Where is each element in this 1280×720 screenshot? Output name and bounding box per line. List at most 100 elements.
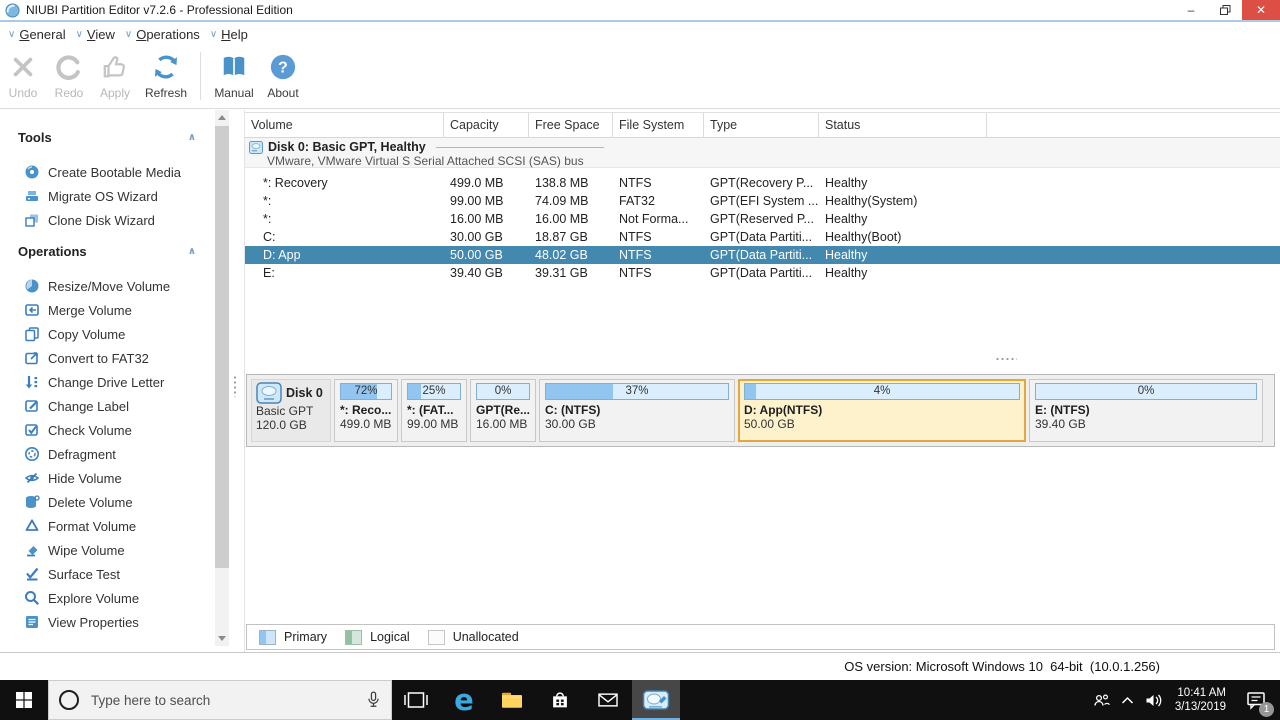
chevron-up-icon: ∧: [187, 132, 196, 143]
sidebar-item-clone-disk-wizard[interactable]: Clone Disk Wizard: [24, 210, 155, 230]
merge-volume-icon: [25, 304, 39, 316]
niubi-app-icon: [642, 690, 670, 710]
action-center-button[interactable]: 1: [1236, 680, 1276, 720]
partition-block-efi[interactable]: 25% *: (FAT... 99.00 MB: [401, 379, 467, 442]
disk-map-panel: Disk 0 Basic GPT 120.0 GB 72% *: Reco...…: [246, 374, 1275, 447]
scroll-down-arrow[interactable]: [215, 631, 229, 646]
close-button[interactable]: ✕: [1242, 0, 1280, 20]
usage-bar: 25%: [407, 383, 461, 400]
table-row-efi[interactable]: *: 99.00 MB 74.09 MB FAT32 GPT(EFI System ..…: [245, 192, 1280, 210]
sidebar-item-wipe-volume[interactable]: Wipe Volume: [24, 540, 125, 560]
redo-button[interactable]: Redo: [46, 52, 92, 100]
horizontal-splitter-handle[interactable]: [995, 357, 1017, 360]
taskbar-niubi-button[interactable]: [632, 680, 680, 720]
clock-date: 3/13/2019: [1174, 701, 1226, 713]
sidebar-item-resize-move-volume[interactable]: Resize/Move Volume: [24, 276, 170, 296]
defragment-icon: [25, 447, 39, 461]
start-button[interactable]: [0, 680, 48, 720]
sidebar-item-surface-test[interactable]: Surface Test: [24, 564, 120, 584]
taskbar: Type here to search e 10:41 AM 3/13/2019: [0, 680, 1280, 720]
sidebar-section-operations[interactable]: Operations ∧: [0, 244, 214, 259]
sidebar-scrollbar[interactable]: [215, 110, 229, 646]
sidebar-item-convert-to-fat32[interactable]: Convert to FAT32: [24, 348, 149, 368]
edge-icon: e: [454, 682, 474, 717]
search-input[interactable]: Type here to search: [48, 680, 392, 720]
taskbar-mail-button[interactable]: [584, 680, 632, 720]
about-button[interactable]: ? About: [259, 52, 307, 100]
apply-button[interactable]: Apply: [92, 52, 138, 100]
about-question-icon: ?: [268, 52, 298, 82]
refresh-button[interactable]: Refresh: [138, 52, 194, 100]
sidebar-item-change-label[interactable]: Change Label: [24, 396, 129, 416]
vertical-splitter-handle[interactable]: [233, 375, 237, 397]
main-panel: Volume Capacity Free Space File System T…: [244, 110, 1280, 652]
menu-operations[interactable]: ∨ Operations: [125, 27, 200, 42]
taskbar-file-explorer-button[interactable]: [488, 680, 536, 720]
resize-move-icon: [25, 279, 39, 293]
people-icon[interactable]: [1089, 680, 1115, 720]
column-header-file-system[interactable]: File System: [613, 113, 704, 138]
taskbar-edge-button[interactable]: e: [440, 680, 488, 720]
store-icon: [553, 692, 567, 708]
table-row-reserved[interactable]: *: 16.00 MB 16.00 MB Not Forma... GPT(Reserv…: [245, 210, 1280, 228]
sidebar-item-hide-volume[interactable]: Hide Volume: [24, 468, 122, 488]
taskbar-store-button[interactable]: [536, 680, 584, 720]
column-header-capacity[interactable]: Capacity: [444, 113, 529, 138]
minimize-button[interactable]: –: [1174, 0, 1208, 20]
disk-info-block[interactable]: Disk 0 Basic GPT 120.0 GB: [251, 379, 331, 442]
table-row-recovery[interactable]: *: Recovery 499.0 MB 138.8 MB NTFS GPT(Recov…: [245, 174, 1280, 192]
menu-view[interactable]: ∨ View: [76, 27, 115, 42]
sidebar-item-view-properties[interactable]: View Properties: [24, 612, 139, 632]
partition-block-c[interactable]: 37% C: (NTFS) 30.00 GB: [539, 379, 735, 442]
window-title: NIUBI Partition Editor v7.2.6 - Professi…: [26, 3, 293, 17]
sidebar-item-format-volume[interactable]: Format Volume: [24, 516, 136, 536]
partition-block-d-selected[interactable]: 4% D: App(NTFS) 50.00 GB: [738, 379, 1026, 442]
table-row-d-selected[interactable]: D: App 50.00 GB 48.02 GB NTFS GPT(Data Parti…: [245, 246, 1280, 264]
sidebar-item-copy-volume[interactable]: Copy Volume: [24, 324, 125, 344]
sidebar-item-merge-volume[interactable]: Merge Volume: [24, 300, 132, 320]
sidebar-item-defragment[interactable]: Defragment: [24, 444, 116, 464]
menu-general[interactable]: ∨ General: [8, 27, 66, 42]
partition-block-recovery[interactable]: 72% *: Reco... 499.0 MB: [334, 379, 398, 442]
redo-icon: [54, 52, 84, 82]
task-view-icon: [404, 692, 428, 708]
scroll-up-arrow[interactable]: [215, 110, 229, 125]
show-hidden-icons-chevron[interactable]: [1115, 680, 1141, 720]
view-properties-icon: [26, 616, 38, 628]
column-header-free-space[interactable]: Free Space: [529, 113, 613, 138]
manual-button[interactable]: Manual: [209, 52, 259, 100]
title-bar: NIUBI Partition Editor v7.2.6 - Professi…: [0, 0, 1280, 20]
column-header-status[interactable]: Status: [819, 113, 987, 138]
disk-group-subtitle: VMware, VMware Virtual S Serial Attached…: [267, 154, 584, 168]
menu-bar: ∨ General ∨ View ∨ Operations ∨ Help: [0, 22, 1280, 46]
partition-block-reserved[interactable]: 0% GPT(Re... 16.00 MB: [470, 379, 536, 442]
taskbar-clock[interactable]: 10:41 AM 3/13/2019: [1175, 686, 1226, 714]
restore-button[interactable]: [1208, 0, 1242, 20]
sidebar-item-create-bootable-media[interactable]: Create Bootable Media: [24, 162, 181, 182]
volume-speaker-icon[interactable]: [1141, 680, 1167, 720]
task-view-button[interactable]: [392, 680, 440, 720]
disk-group-row[interactable]: Disk 0: Basic GPT, Healthy VMware, VMwar…: [245, 138, 1280, 168]
undo-button[interactable]: Undo: [0, 52, 46, 100]
disk-drive-icon: [256, 382, 282, 404]
table-row-e[interactable]: E: 39.40 GB 39.31 GB NTFS GPT(Data Partiti..…: [245, 264, 1280, 282]
sidebar-item-change-drive-letter[interactable]: Change Drive Letter: [24, 372, 164, 392]
usage-bar: 72%: [340, 383, 392, 400]
legend-bar: Primary Logical Unallocated: [246, 624, 1275, 650]
sidebar-item-delete-volume[interactable]: Delete Volume: [24, 492, 133, 512]
logical-swatch-icon: [345, 629, 363, 645]
sidebar-section-tools[interactable]: Tools ∧: [0, 130, 214, 145]
menu-help[interactable]: ∨ Help: [210, 27, 248, 42]
chevron-down-icon: ∨: [124, 28, 133, 40]
sidebar-item-migrate-os-wizard[interactable]: Migrate OS Wizard: [24, 186, 158, 206]
column-header-volume[interactable]: Volume: [245, 113, 444, 138]
sidebar: Tools ∧ Create Bootable Media Migrate OS…: [0, 110, 230, 652]
scrollbar-thumb[interactable]: [215, 126, 229, 568]
primary-swatch-icon: [259, 629, 276, 645]
sidebar-item-check-volume[interactable]: Check Volume: [24, 420, 132, 440]
column-header-type[interactable]: Type: [704, 113, 819, 138]
sidebar-item-explore-volume[interactable]: Explore Volume: [24, 588, 139, 608]
microphone-icon[interactable]: [366, 690, 381, 710]
partition-block-e[interactable]: 0% E: (NTFS) 39.40 GB: [1029, 379, 1263, 442]
table-row-c[interactable]: C: 30.00 GB 18.87 GB NTFS GPT(Data Partiti..…: [245, 228, 1280, 246]
